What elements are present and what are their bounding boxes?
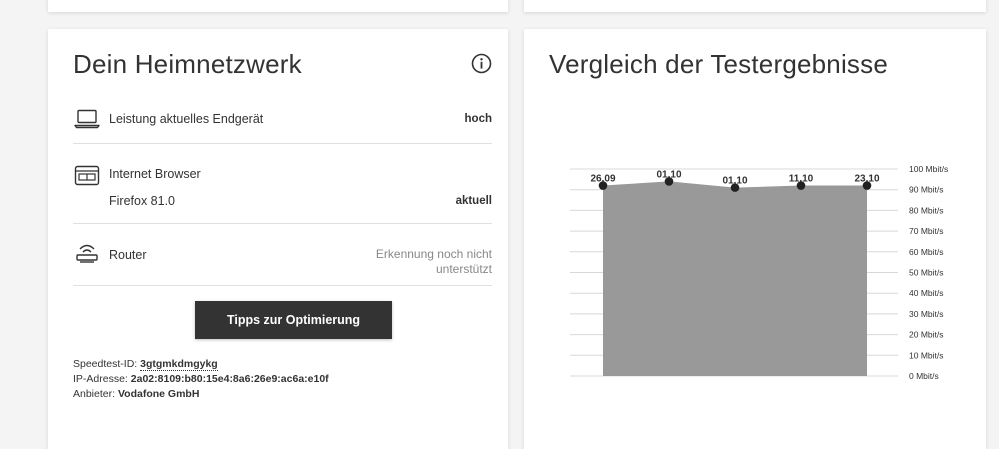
- router-status: Erkennung noch nicht unterstützt: [352, 247, 492, 277]
- y-tick-label: 30 Mbit/s: [909, 309, 944, 319]
- data-label: 23.10: [854, 174, 879, 185]
- ip-address-label: IP-Adresse:: [73, 373, 128, 385]
- device-performance-label: Leistung aktuelles Endgerät: [109, 112, 264, 126]
- y-tick-label: 70 Mbit/s: [909, 226, 944, 236]
- provider-value: Vodafone GmbH: [117, 388, 200, 400]
- info-icon[interactable]: [471, 53, 492, 74]
- ip-address-value: 2a02:8109:b80:15e4:8a6:26e9:ac6a:e10f: [130, 373, 329, 385]
- y-tick-label: 20 Mbit/s: [909, 330, 944, 340]
- comparison-card: Vergleich der Testergebnisse 26.09 01.10 0…: [524, 29, 986, 449]
- device-performance-value: hoch: [464, 113, 492, 125]
- optimization-tips-button[interactable]: Tipps zur Optimierung: [195, 301, 392, 339]
- y-tick-label: 100 Mbit/s: [909, 164, 948, 174]
- home-network-card: Dein Heimnetzwerk Leistung aktuelles End…: [48, 29, 508, 449]
- home-network-title: Dein Heimnetzwerk: [73, 49, 302, 79]
- provider-line: Anbieter: Vodafone GmbH: [73, 387, 329, 402]
- router-row: Router Erkennung noch nicht unterstützt: [73, 223, 492, 286]
- ip-address-line: IP-Adresse: 2a02:8109:b80:15e4:8a6:26e9:…: [73, 372, 329, 387]
- y-tick-label: 10 Mbit/s: [909, 350, 944, 360]
- y-tick-label: 60 Mbit/s: [909, 247, 944, 257]
- device-performance-row: Leistung aktuelles Endgerät hoch: [73, 106, 492, 144]
- previous-card-left: [48, 0, 508, 12]
- y-tick-label: 50 Mbit/s: [909, 268, 944, 278]
- browser-version: Firefox 81.0: [109, 194, 176, 208]
- router-icon: [74, 240, 100, 271]
- data-label: 01.10: [722, 176, 747, 187]
- browser-row: Internet Browser Firefox 81.0 aktuell: [73, 143, 492, 224]
- browser-label: Internet Browser: [109, 167, 201, 181]
- router-label: Router: [109, 248, 147, 262]
- y-tick-label: 80 Mbit/s: [909, 205, 944, 215]
- router-status-line2: unterstützt: [435, 262, 492, 276]
- browser-icon: [74, 165, 100, 192]
- y-tick-label: 40 Mbit/s: [909, 288, 944, 298]
- speedtest-id-value[interactable]: 3gtgmkdmgykg: [140, 358, 218, 371]
- comparison-title: Vergleich der Testergebnisse: [549, 49, 888, 79]
- speedtest-id-line: Speedtest-ID: 3gtgmkdmgykg: [73, 357, 329, 372]
- data-label: 11.10: [789, 174, 814, 185]
- provider-label: Anbieter:: [73, 388, 116, 400]
- data-label: 01.10: [656, 169, 681, 180]
- chart-area: [603, 181, 867, 376]
- comparison-chart: 26.09 01.10 01.10 11.10 23.10 0 Mbit/s 10 Mbi…: [570, 164, 948, 381]
- browser-status-value: aktuell: [455, 195, 492, 207]
- test-meta-info: Speedtest-ID: 3gtgmkdmgykg IP-Adresse: 2…: [73, 357, 329, 402]
- y-tick-label: 0 Mbit/s: [909, 371, 939, 381]
- speedtest-id-label: Speedtest-ID:: [73, 358, 138, 370]
- data-label: 26.09: [590, 174, 615, 185]
- router-status-line1: Erkennung noch nicht: [375, 247, 492, 261]
- y-tick-label: 90 Mbit/s: [909, 185, 944, 195]
- laptop-icon: [74, 109, 100, 134]
- previous-card-right: [524, 0, 986, 12]
